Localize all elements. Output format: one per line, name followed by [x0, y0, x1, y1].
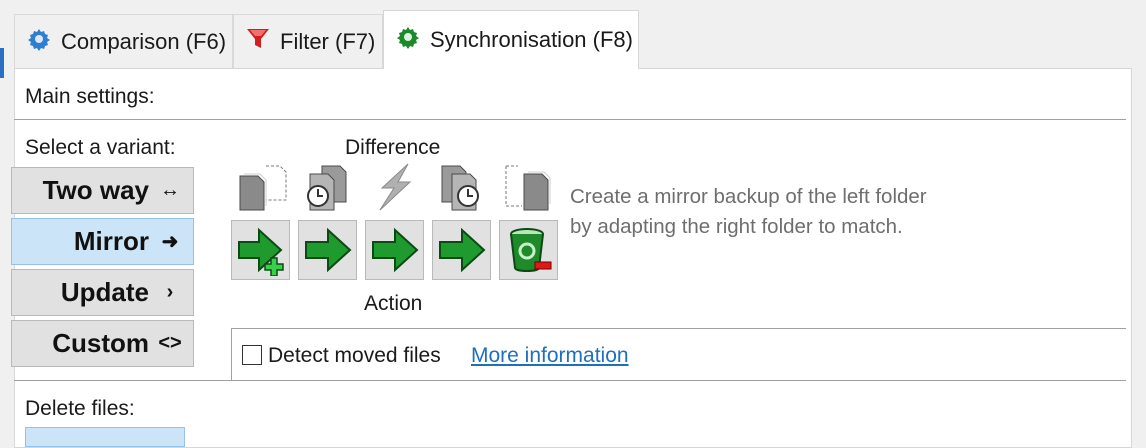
variant-label: Custom	[52, 328, 149, 358]
action-overwrite-button[interactable]	[298, 220, 357, 280]
different-content-icon	[379, 163, 412, 211]
delete-option-button[interactable]	[25, 427, 185, 447]
chevron-right-icon: ›	[166, 281, 174, 303]
difference-label: Difference	[345, 136, 441, 159]
variant-mirror-button[interactable]: Mirror ➜	[11, 218, 194, 265]
tab-label: Synchronisation (F8)	[430, 27, 633, 52]
gear-icon	[396, 25, 420, 55]
variant-update-button[interactable]: Update ›	[11, 269, 194, 316]
divider	[231, 328, 1126, 329]
variant-description: Create a mirror backup of the left folde…	[570, 185, 927, 238]
action-delete-button[interactable]	[499, 220, 558, 280]
tab-label: Comparison (F6)	[61, 28, 227, 54]
left-only-file-icon	[239, 165, 287, 211]
right-edge	[1132, 0, 1146, 440]
overwrite-right-arrow-icon	[371, 227, 418, 273]
divider	[14, 119, 1126, 120]
action-create-button[interactable]	[231, 220, 290, 280]
recycle-bin-icon	[509, 228, 551, 272]
overwrite-right-arrow-icon	[304, 227, 351, 273]
variant-label: Mirror	[73, 226, 149, 256]
window-top-edge	[0, 0, 1146, 8]
action-overwrite-button[interactable]	[365, 220, 424, 280]
detect-moved-files-checkbox[interactable]	[242, 345, 262, 365]
create-right-arrow-icon	[237, 227, 284, 276]
left-selection-accent	[0, 48, 4, 78]
funnel-icon	[246, 27, 270, 57]
tab-synchronisation[interactable]: Synchronisation (F8)	[383, 10, 639, 69]
right-only-file-icon	[505, 165, 551, 211]
divider	[231, 328, 232, 380]
variant-two-way-button[interactable]: Two way ↔	[11, 167, 194, 214]
right-arrow-icon: ➜	[161, 231, 179, 253]
right-newer-file-icon	[441, 165, 479, 211]
variant-label: Two way	[42, 175, 149, 205]
main-settings-label: Main settings:	[25, 85, 155, 108]
detect-moved-files-label[interactable]: Detect moved files	[268, 344, 441, 368]
gear-icon	[27, 27, 51, 57]
action-overwrite-button[interactable]	[432, 220, 491, 280]
delete-files-label: Delete files:	[25, 397, 135, 420]
variant-label: Update	[60, 277, 149, 307]
more-information-link[interactable]: More information	[471, 344, 629, 368]
tab-filter[interactable]: Filter (F7)	[233, 14, 383, 68]
tab-label: Filter (F7)	[280, 28, 376, 54]
overwrite-right-arrow-icon	[438, 227, 485, 273]
left-newer-file-icon	[307, 165, 347, 211]
tab-comparison[interactable]: Comparison (F6)	[14, 14, 233, 68]
divider	[14, 380, 1126, 381]
variant-custom-button[interactable]: Custom <>	[11, 320, 194, 367]
two-way-arrow-icon: ↔	[160, 179, 180, 201]
custom-arrows-icon: <>	[158, 332, 182, 354]
select-variant-label: Select a variant:	[25, 136, 176, 159]
action-label: Action	[364, 292, 423, 315]
